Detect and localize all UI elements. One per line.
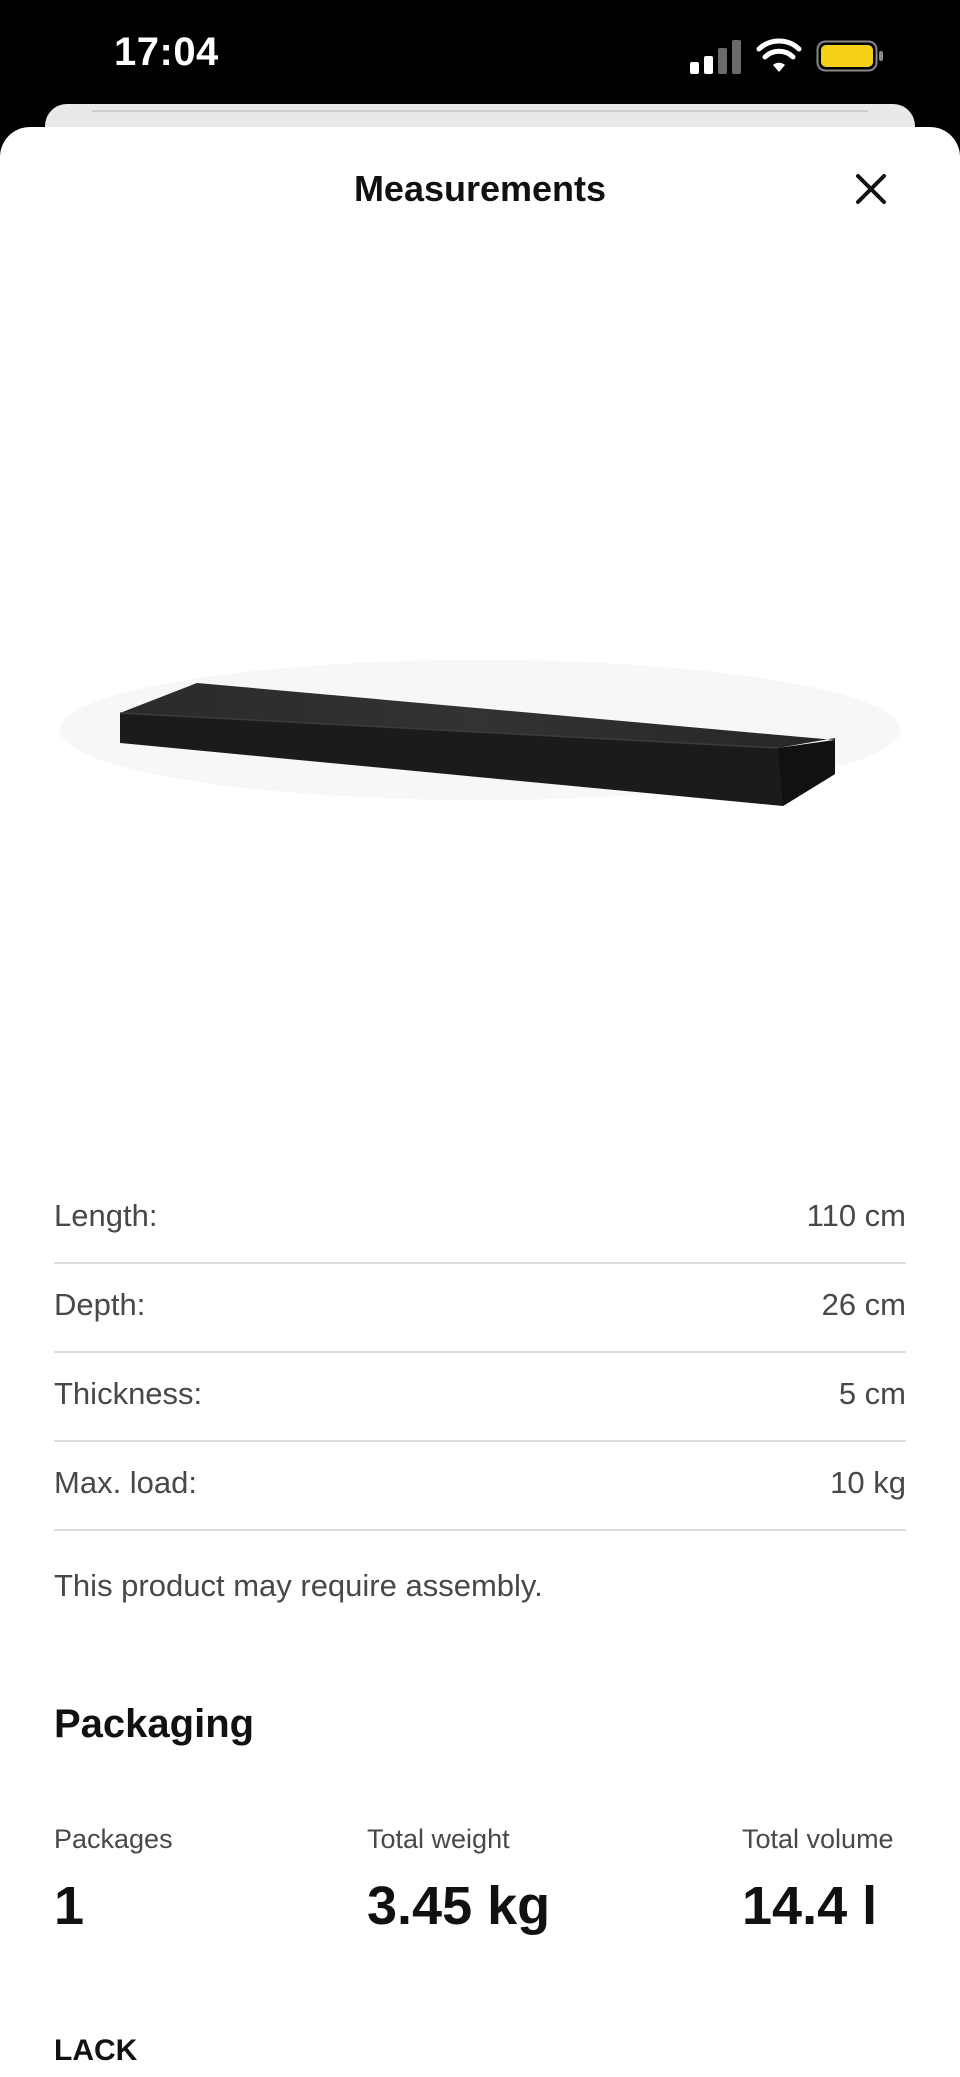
packages-label: Packages <box>54 1824 173 1854</box>
measurement-label: Depth: <box>54 1287 146 1322</box>
assembly-note: This product may require assembly. <box>54 1568 543 1603</box>
measurement-label: Length: <box>54 1198 158 1233</box>
total-weight-info: Total weight 3.45 kg <box>367 1824 550 1937</box>
total-volume-label: Total volume <box>742 1824 894 1854</box>
battery-icon <box>816 40 883 72</box>
measurement-row-thickness: Thickness: 5 cm <box>54 1352 906 1442</box>
packaging-heading: Packaging <box>54 1702 255 1746</box>
status-bar: 17:04 <box>0 0 960 110</box>
total-volume-value: 14.4 l <box>742 1876 878 1936</box>
measurement-value: 110 cm <box>806 1198 906 1233</box>
measurement-value: 5 cm <box>838 1376 906 1411</box>
background-sheet-divider <box>92 110 868 112</box>
total-weight-value: 3.45 kg <box>367 1876 551 1936</box>
measurement-row-length: Length: 110 cm <box>54 1174 906 1264</box>
wifi-icon <box>756 38 802 72</box>
measurements-sheet <box>0 127 960 2077</box>
measurement-value: 26 cm <box>821 1287 906 1322</box>
measurement-label: Thickness: <box>54 1376 203 1411</box>
packages-value: 1 <box>54 1876 85 1936</box>
shelf-image <box>60 660 900 806</box>
total-volume-info: Total volume 14.4 l <box>742 1824 894 1937</box>
sheet-title: Measurements <box>353 168 607 209</box>
close-icon[interactable] <box>846 164 896 214</box>
product-name: LACK <box>54 2034 138 2067</box>
measurement-row-depth: Depth: 26 cm <box>54 1263 906 1353</box>
status-time: 17:04 <box>114 30 219 74</box>
cellular-signal-icon <box>690 40 742 74</box>
measurement-row-max-load: Max. load: 10 kg <box>54 1441 906 1531</box>
measurement-value: 10 kg <box>830 1465 906 1500</box>
measurement-label: Max. load: <box>54 1465 198 1500</box>
total-weight-label: Total weight <box>367 1824 510 1854</box>
packages-info: Packages 1 <box>54 1824 173 1937</box>
